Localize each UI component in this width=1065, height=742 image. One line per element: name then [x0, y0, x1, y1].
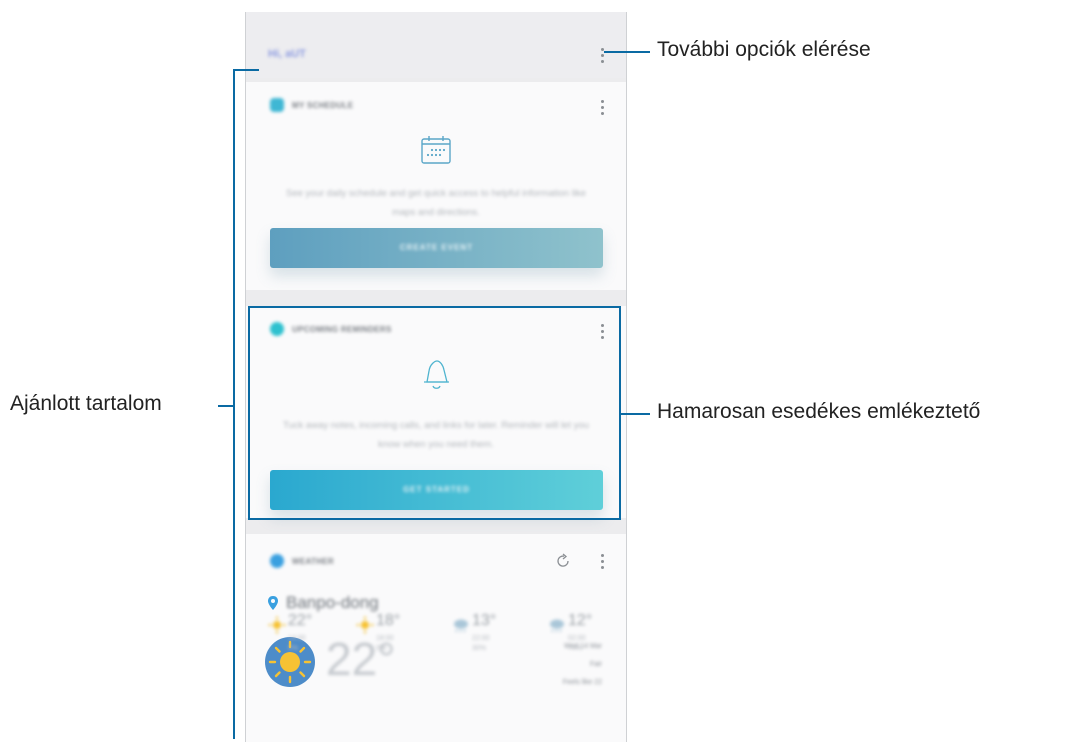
callout-line-reminder	[621, 413, 650, 415]
forecast-temp: 18°	[376, 612, 401, 629]
bracket-top	[233, 69, 259, 71]
card-title: MY SCHEDULE	[292, 101, 354, 110]
forecast-time-rain: 18:00 0%	[376, 634, 394, 654]
callout-line-more-options	[604, 51, 650, 53]
weather-condition: Fair	[589, 661, 602, 668]
callout-upcoming-reminder: Hamarosan esedékes emlékeztető	[657, 400, 981, 423]
create-event-button[interactable]: CREATE EVENT	[270, 228, 603, 268]
forecast-rain: 0%	[288, 645, 299, 652]
calendar-app-icon	[270, 98, 284, 112]
refresh-icon[interactable]	[555, 553, 571, 569]
location-pin-icon	[268, 596, 278, 610]
forecast-temp: 12°	[568, 612, 593, 629]
card-title: WEATHER	[292, 557, 334, 566]
app-header: Hi, aUT	[246, 12, 626, 78]
weather-app-icon	[270, 554, 284, 568]
card-more-options-icon[interactable]	[600, 554, 604, 572]
card-description: See your daily schedule and get quick ac…	[286, 188, 586, 218]
forecast-temp: 13°	[472, 612, 497, 629]
calendar-icon	[421, 136, 451, 164]
forecast-rain: 30%	[472, 645, 487, 652]
forecast-time-rain: 22:00 30%	[472, 634, 490, 654]
forecast-time: 14:00	[288, 635, 306, 642]
callout-suggested-content: Ajánlott tartalom	[10, 392, 162, 415]
cloud-rain-icon	[550, 619, 564, 633]
card-more-options-icon[interactable]	[600, 100, 604, 118]
forecast-time: 02:00	[568, 635, 586, 642]
bracket-vertical	[233, 69, 235, 739]
forecast-temp: 22°	[288, 612, 313, 629]
forecast-time-rain: 14:00 0%	[288, 634, 306, 654]
weather-location: Banpo-dong	[286, 593, 379, 612]
card-my-schedule: MY SCHEDULE See your daily schedule and …	[246, 82, 626, 290]
forecast-time: 18:00	[376, 635, 394, 642]
forecast-rain: 0%	[376, 645, 387, 652]
forecast-time-rain: 02:00 74%	[568, 634, 586, 654]
sun-icon	[356, 616, 374, 634]
forecast-rain: 74%	[568, 645, 583, 652]
callout-more-options: További opciók elérése	[657, 38, 871, 61]
reminder-highlight-box	[248, 306, 621, 520]
sun-icon	[268, 616, 286, 634]
create-event-label: CREATE EVENT	[399, 243, 474, 252]
weather-feels-like: Feels like 22	[562, 679, 602, 686]
forecast-time: 22:00	[472, 635, 490, 642]
callout-line-suggested	[218, 405, 234, 407]
greeting-title: Hi, aUT	[268, 48, 306, 60]
cloud-rain-icon	[454, 619, 468, 633]
